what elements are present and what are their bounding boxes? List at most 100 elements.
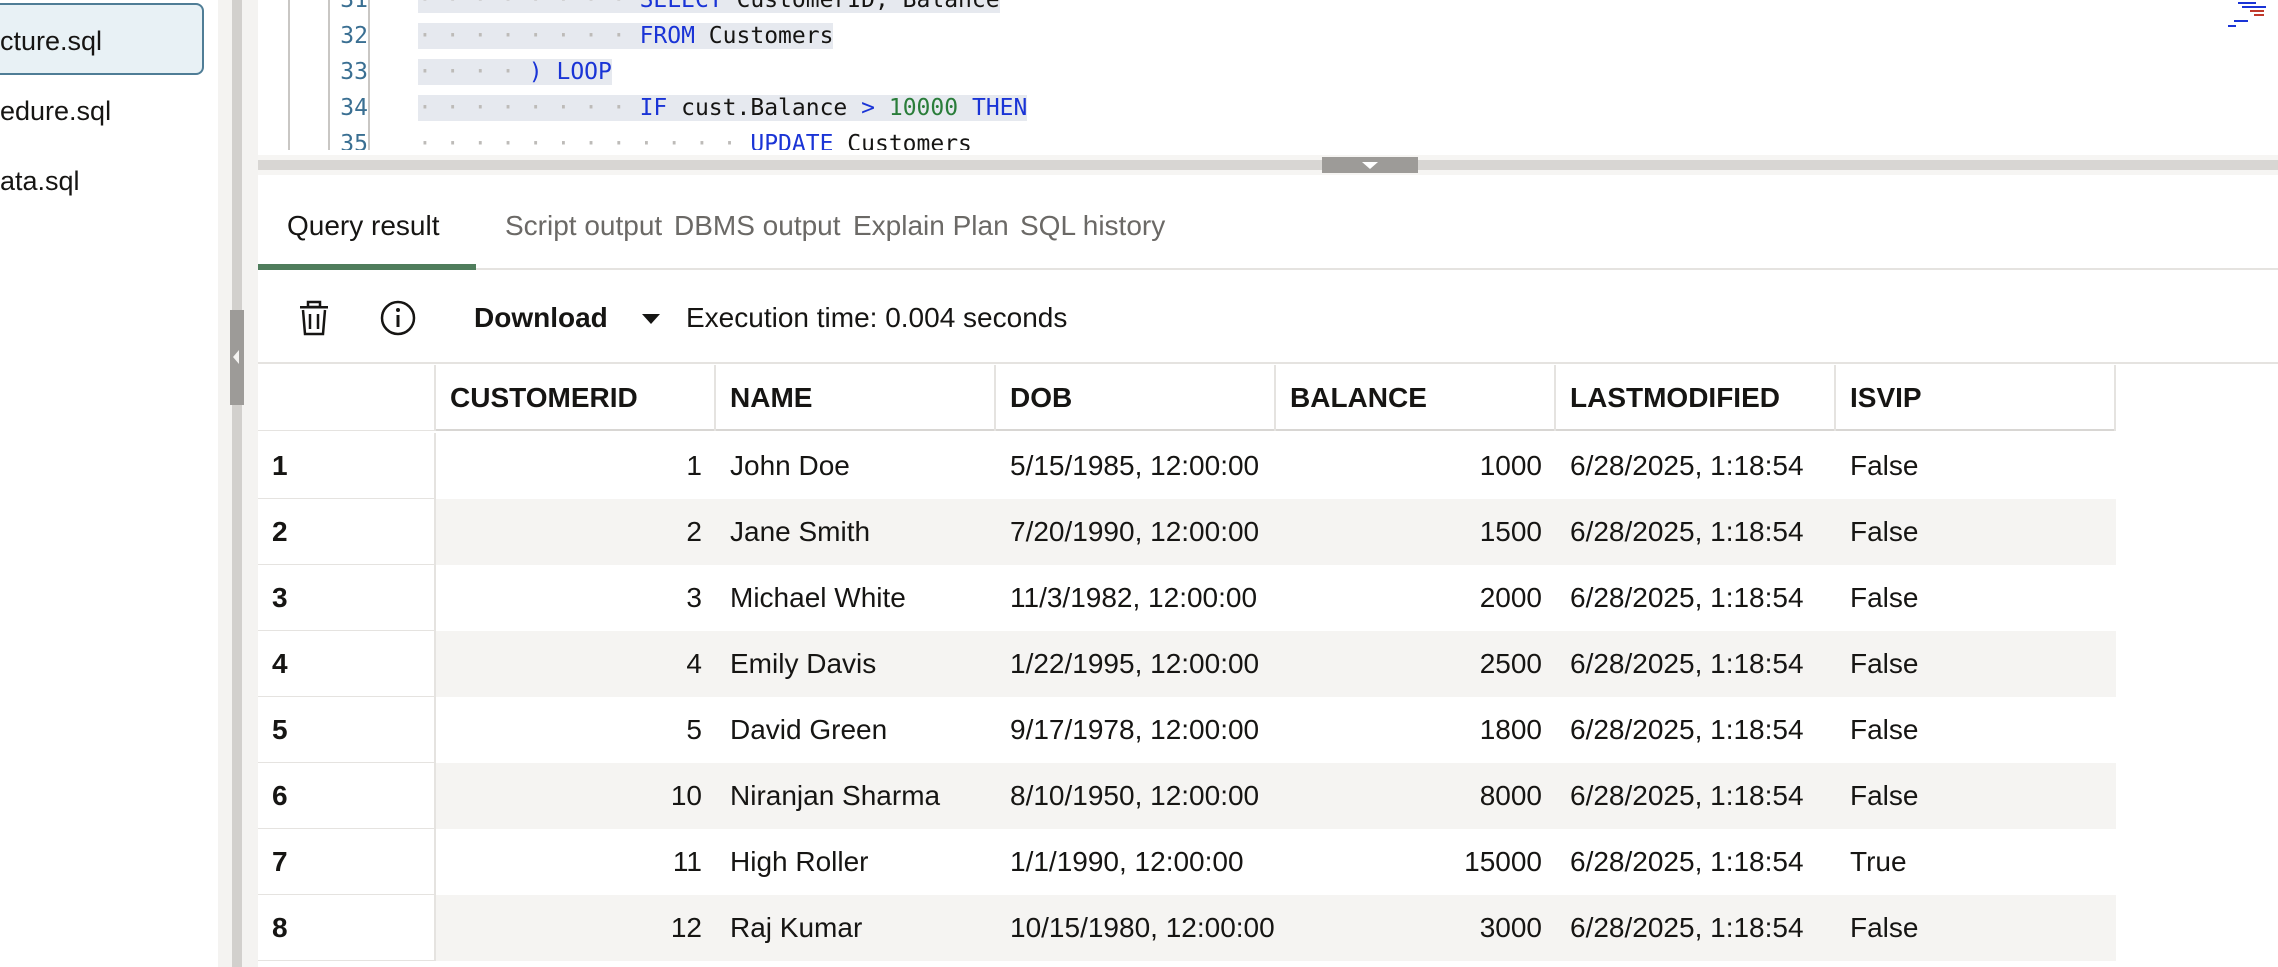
- execution-time: Execution time: 0.004 seconds: [686, 302, 1068, 333]
- table-row[interactable]: 7 11 High Roller 1/1/1990, 12:00:00 15000 6/2…: [258, 829, 2116, 895]
- code-token: SELECT: [639, 0, 723, 13]
- column-header-isvip[interactable]: ISVIP: [1836, 365, 2116, 431]
- row-number[interactable]: 5: [258, 697, 436, 763]
- cell-name[interactable]: Raj Kumar: [716, 895, 996, 961]
- cell-isvip[interactable]: False: [1836, 631, 2116, 697]
- cell-balance[interactable]: 15000: [1276, 829, 1556, 895]
- file-item-structure-sql[interactable]: cture.sql: [0, 3, 204, 75]
- tab-sql-history[interactable]: SQL history: [991, 186, 1194, 270]
- column-header-name[interactable]: NAME: [716, 365, 996, 431]
- cell-balance[interactable]: 1500: [1276, 499, 1556, 565]
- table-row[interactable]: 6 10 Niranjan Sharma 8/10/1950, 12:00:00 800…: [258, 763, 2116, 829]
- code-line[interactable]: 31 · · · · · · · · SELECT CustomerID, Bal…: [258, 0, 1658, 18]
- info-icon[interactable]: [378, 298, 418, 338]
- code-line[interactable]: 33 · · · · ) LOOP: [258, 54, 1658, 90]
- cell-name[interactable]: Emily Davis: [716, 631, 996, 697]
- cell-balance[interactable]: 2000: [1276, 565, 1556, 631]
- cell-name[interactable]: John Doe: [716, 433, 996, 499]
- code-editor[interactable]: 31 · · · · · · · · SELECT CustomerID, Bal…: [258, 0, 2278, 150]
- cell-isvip[interactable]: False: [1836, 565, 2116, 631]
- collapse-panel-handle[interactable]: [230, 310, 244, 405]
- cell-customerid[interactable]: 3: [436, 565, 716, 631]
- cell-isvip[interactable]: False: [1836, 433, 2116, 499]
- code-token: FROM: [639, 23, 695, 49]
- results-tabs: Query result Script output DBMS output E…: [258, 186, 2278, 270]
- code-text: · · · · · · · · FROM Customers: [418, 18, 834, 54]
- download-button[interactable]: Download: [474, 288, 664, 348]
- cell-dob[interactable]: 10/15/1980, 12:00:00: [996, 895, 1276, 961]
- cell-customerid[interactable]: 12: [436, 895, 716, 961]
- cell-dob[interactable]: 9/17/1978, 12:00:00: [996, 697, 1276, 763]
- grid-header-row: CUSTOMERID NAME DOB BALANCE LASTMODIFIED…: [258, 365, 2116, 431]
- code-token: ) LOOP: [528, 59, 612, 85]
- row-number[interactable]: 1: [258, 433, 436, 499]
- code-line[interactable]: 35 · · · · · · · · · · · · UPDATE Custome…: [258, 126, 1658, 150]
- cell-dob[interactable]: 5/15/1985, 12:00:00: [996, 433, 1276, 499]
- cell-isvip[interactable]: False: [1836, 895, 2116, 961]
- collapse-editor-handle[interactable]: [1322, 157, 1418, 173]
- row-number[interactable]: 6: [258, 763, 436, 829]
- table-row[interactable]: 8 12 Raj Kumar 10/15/1980, 12:00:00 3000 6/28…: [258, 895, 2116, 961]
- splitter-track: [232, 0, 242, 967]
- cell-lastmodified[interactable]: 6/28/2025, 1:18:54: [1556, 631, 1836, 697]
- cell-dob[interactable]: 8/10/1950, 12:00:00: [996, 763, 1276, 829]
- cell-lastmodified[interactable]: 6/28/2025, 1:18:54: [1556, 499, 1836, 565]
- cell-balance[interactable]: 3000: [1276, 895, 1556, 961]
- editor-results-splitter[interactable]: [258, 155, 2278, 175]
- row-number[interactable]: 8: [258, 895, 436, 961]
- cell-dob[interactable]: 7/20/1990, 12:00:00: [996, 499, 1276, 565]
- row-number[interactable]: 3: [258, 565, 436, 631]
- cell-customerid[interactable]: 4: [436, 631, 716, 697]
- trash-icon[interactable]: [294, 298, 334, 338]
- code-token: · · · · · · · ·: [418, 95, 640, 121]
- cell-name[interactable]: High Roller: [716, 829, 996, 895]
- cell-balance[interactable]: 2500: [1276, 631, 1556, 697]
- code-token: · · · · · · · · · · · ·: [418, 131, 751, 150]
- cell-dob[interactable]: 11/3/1982, 12:00:00: [996, 565, 1276, 631]
- cell-balance[interactable]: 1800: [1276, 697, 1556, 763]
- table-row[interactable]: 1 1 John Doe 5/15/1985, 12:00:00 1000 6/28/20…: [258, 433, 2116, 499]
- cell-name[interactable]: Jane Smith: [716, 499, 996, 565]
- cell-lastmodified[interactable]: 6/28/2025, 1:18:54: [1556, 433, 1836, 499]
- cell-name[interactable]: David Green: [716, 697, 996, 763]
- cell-balance[interactable]: 1000: [1276, 433, 1556, 499]
- file-item-procedure-sql[interactable]: edure.sql: [0, 75, 204, 147]
- code-line[interactable]: 32 · · · · · · · · FROM Customers: [258, 18, 1658, 54]
- cell-isvip[interactable]: False: [1836, 697, 2116, 763]
- tab-query-result[interactable]: Query result: [258, 186, 476, 270]
- code-line[interactable]: 34 · · · · · · · · IF cust.Balance > 1000…: [258, 90, 1658, 126]
- cell-dob[interactable]: 1/22/1995, 12:00:00: [996, 631, 1276, 697]
- cell-lastmodified[interactable]: 6/28/2025, 1:18:54: [1556, 763, 1836, 829]
- table-row[interactable]: 5 5 David Green 9/17/1978, 12:00:00 1800 6/28…: [258, 697, 2116, 763]
- cell-isvip[interactable]: False: [1836, 763, 2116, 829]
- cell-lastmodified[interactable]: 6/28/2025, 1:18:54: [1556, 565, 1836, 631]
- column-header-lastmodified[interactable]: LASTMODIFIED: [1556, 365, 1836, 431]
- cell-customerid[interactable]: 2: [436, 499, 716, 565]
- cell-isvip[interactable]: True: [1836, 829, 2116, 895]
- cell-customerid[interactable]: 11: [436, 829, 716, 895]
- cell-lastmodified[interactable]: 6/28/2025, 1:18:54: [1556, 829, 1836, 895]
- table-row[interactable]: 4 4 Emily Davis 1/22/1995, 12:00:00 2500 6/28…: [258, 631, 2116, 697]
- code-token: Customers: [694, 23, 834, 49]
- cell-isvip[interactable]: False: [1836, 499, 2116, 565]
- cell-customerid[interactable]: 10: [436, 763, 716, 829]
- cell-customerid[interactable]: 5: [436, 697, 716, 763]
- row-number[interactable]: 2: [258, 499, 436, 565]
- panel-splitter[interactable]: [218, 0, 258, 967]
- editor-minimap[interactable]: [2208, 0, 2268, 30]
- cell-lastmodified[interactable]: 6/28/2025, 1:18:54: [1556, 697, 1836, 763]
- cell-balance[interactable]: 8000: [1276, 763, 1556, 829]
- cell-name[interactable]: Michael White: [716, 565, 996, 631]
- cell-customerid[interactable]: 1: [436, 433, 716, 499]
- row-number[interactable]: 7: [258, 829, 436, 895]
- column-header-customerid[interactable]: CUSTOMERID: [436, 365, 716, 431]
- column-header-balance[interactable]: BALANCE: [1276, 365, 1556, 431]
- cell-name[interactable]: Niranjan Sharma: [716, 763, 996, 829]
- cell-lastmodified[interactable]: 6/28/2025, 1:18:54: [1556, 895, 1836, 961]
- column-header-dob[interactable]: DOB: [996, 365, 1276, 431]
- table-row[interactable]: 2 2 Jane Smith 7/20/1990, 12:00:00 1500 6/28/…: [258, 499, 2116, 565]
- cell-dob[interactable]: 1/1/1990, 12:00:00: [996, 829, 1276, 895]
- file-item-data-sql[interactable]: ata.sql: [0, 145, 204, 217]
- table-row[interactable]: 3 3 Michael White 11/3/1982, 12:00:00 2000 6/…: [258, 565, 2116, 631]
- row-number[interactable]: 4: [258, 631, 436, 697]
